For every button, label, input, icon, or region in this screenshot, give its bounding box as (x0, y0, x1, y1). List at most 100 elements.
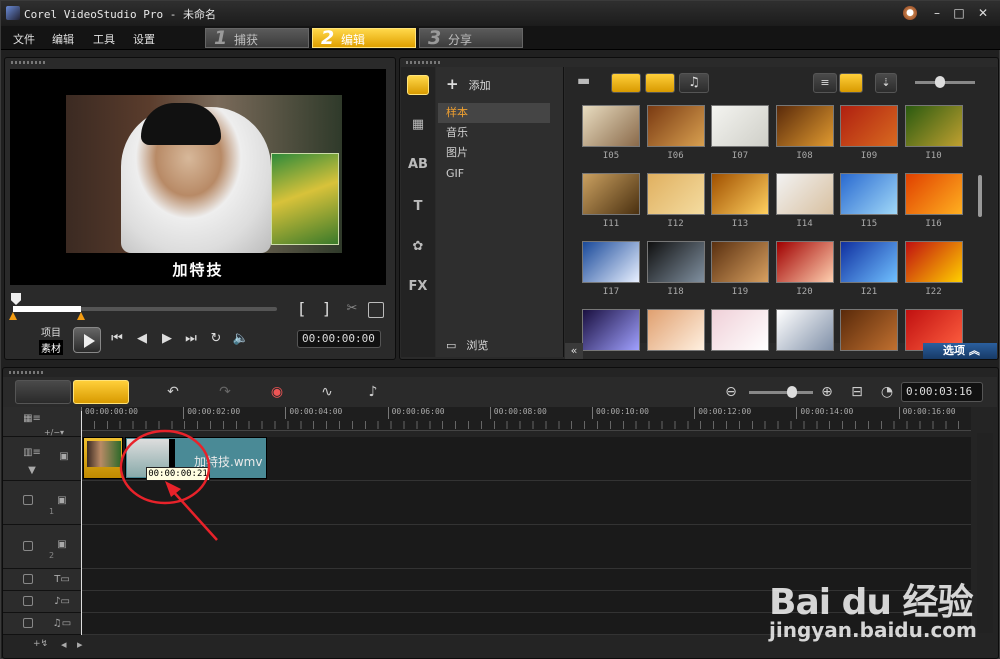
panel-grip[interactable] (9, 371, 45, 374)
go-start-icon[interactable]: ⏮ (108, 331, 126, 347)
add-folder-button[interactable]: + 添加 (446, 75, 491, 93)
library-thumbnail[interactable] (840, 173, 898, 215)
library-thumbnail[interactable] (711, 105, 769, 147)
lock-icon[interactable] (23, 495, 33, 505)
prev-frame-icon[interactable]: ◀ (133, 331, 151, 347)
library-thumbnail[interactable] (711, 241, 769, 283)
add-track-small-icon[interactable]: +↯ (33, 639, 48, 649)
preview-screen[interactable] (10, 69, 386, 285)
enlarge-preview-icon[interactable] (368, 302, 384, 318)
library-thumbnail[interactable] (646, 173, 705, 215)
library-thumbnail[interactable] (775, 309, 834, 351)
library-thumbnail[interactable] (840, 105, 898, 147)
thumb-view-icon[interactable] (839, 73, 863, 93)
library-thumbnail[interactable] (775, 173, 834, 215)
options-button[interactable]: 选项 ︽ (923, 343, 997, 359)
lock-icon[interactable] (23, 618, 33, 628)
library-thumbnail[interactable] (904, 105, 963, 147)
title-ab-icon[interactable]: AB (407, 155, 429, 175)
media-library-icon[interactable] (407, 75, 429, 95)
repeat-icon[interactable]: ↻ (207, 331, 225, 347)
menu-file[interactable]: 文件 (13, 31, 35, 47)
show-photo-toggle[interactable] (645, 73, 675, 93)
storyboard-view-button[interactable] (15, 380, 71, 404)
list-view-icon[interactable]: ≡ (813, 73, 837, 93)
timeline-playhead[interactable] (81, 411, 82, 635)
folder-images[interactable]: 图片 (438, 143, 550, 163)
mode-clip-label[interactable]: 素材 (39, 340, 63, 355)
mark-out-button[interactable]: ] (323, 299, 329, 318)
volume-icon[interactable]: 🔈 (232, 331, 250, 347)
library-thumbnail[interactable] (904, 241, 963, 283)
expand-arrow-icon[interactable]: ▼ (21, 463, 43, 479)
library-thumbnail[interactable] (840, 309, 898, 351)
library-thumbnail[interactable] (840, 241, 898, 283)
lock-icon[interactable] (23, 574, 33, 584)
panel-grip[interactable] (406, 61, 442, 64)
show-audio-toggle[interactable]: ♫ (679, 73, 709, 93)
library-thumbnail[interactable] (904, 173, 963, 215)
timeline-view-button[interactable] (73, 380, 129, 404)
step-share-tab[interactable]: 3 分享 (419, 27, 523, 49)
thumb-size-knob[interactable] (935, 76, 945, 88)
thumb-size-slider[interactable] (915, 81, 975, 84)
auto-music-icon[interactable]: ♪ (363, 384, 383, 400)
record-capture-icon[interactable]: ◉ (267, 384, 287, 400)
play-button[interactable] (73, 327, 101, 353)
mark-in-button[interactable]: [ (299, 299, 305, 318)
next-frame-icon[interactable]: ▶ (158, 331, 176, 347)
track-view-icon[interactable]: ▥≡ (21, 445, 43, 461)
library-thumbnail[interactable] (711, 173, 769, 215)
zoom-in-icon[interactable]: ⊕ (817, 384, 837, 400)
library-scrollbar[interactable] (978, 175, 982, 217)
folder-icon[interactable]: ▬ (577, 73, 601, 93)
transition-icon[interactable]: ▦ (407, 115, 429, 135)
preview-timecode[interactable]: 00:00:00:00 (297, 330, 381, 348)
close-button[interactable]: ✕ (975, 6, 991, 20)
undo-icon[interactable]: ↶ (163, 384, 183, 400)
scroll-left-icon[interactable]: ◂ (61, 638, 67, 651)
zoom-knob[interactable] (787, 386, 797, 398)
mode-project-label[interactable]: 项目 (41, 324, 61, 339)
library-thumbnail[interactable] (775, 241, 834, 283)
fx-filter-icon[interactable]: FX (407, 277, 429, 297)
panel-grip[interactable] (11, 61, 47, 64)
sort-icon[interactable]: ⇣ (875, 73, 897, 93)
library-thumbnail[interactable] (582, 105, 640, 147)
fit-project-icon[interactable]: ⊟ (847, 384, 867, 400)
show-video-toggle[interactable] (611, 73, 641, 93)
step-capture-tab[interactable]: 1 捕获 (205, 27, 309, 49)
menu-tools[interactable]: 工具 (93, 31, 115, 47)
graphics-icon[interactable]: ✿ (407, 237, 429, 257)
sound-mixer-icon[interactable]: ∿ (317, 384, 337, 400)
scroll-right-icon[interactable]: ▸ (77, 638, 83, 651)
maximize-button[interactable]: □ (951, 6, 967, 20)
cut-scissors-icon[interactable]: ✂ (343, 301, 361, 317)
menu-settings[interactable]: 设置 (133, 31, 155, 47)
help-orb-icon[interactable]: ● (903, 6, 917, 20)
menu-edit[interactable]: 编辑 (52, 31, 74, 47)
lock-icon[interactable] (23, 596, 33, 606)
redo-icon[interactable]: ↷ (215, 384, 235, 400)
timeline-vertical-scrollbar[interactable] (977, 433, 993, 633)
folder-gif[interactable]: GIF (438, 164, 550, 184)
zoom-out-icon[interactable]: ⊖ (721, 384, 741, 400)
library-thumbnail[interactable] (582, 173, 640, 215)
library-thumbnail[interactable] (711, 309, 769, 351)
library-thumbnail[interactable] (646, 105, 705, 147)
step-edit-tab[interactable]: 2 编辑 (312, 27, 416, 49)
minimize-button[interactable]: – (929, 6, 945, 20)
library-thumbnail[interactable] (582, 309, 640, 351)
browse-button[interactable]: ▭ 浏览 (446, 337, 488, 353)
lock-icon[interactable] (23, 541, 33, 551)
zoom-slider[interactable] (749, 391, 813, 394)
library-thumbnail[interactable] (646, 309, 705, 351)
track-manager-icon[interactable]: ▦≡ (21, 411, 43, 427)
library-thumbnail[interactable] (646, 241, 705, 283)
text-icon[interactable]: T (407, 197, 429, 217)
folder-samples[interactable]: 样本 (438, 103, 550, 123)
go-end-icon[interactable]: ⏭ (182, 331, 200, 347)
folder-music[interactable]: 音乐 (438, 123, 550, 143)
library-thumbnail[interactable] (582, 241, 640, 283)
library-thumbnail[interactable] (775, 105, 834, 147)
